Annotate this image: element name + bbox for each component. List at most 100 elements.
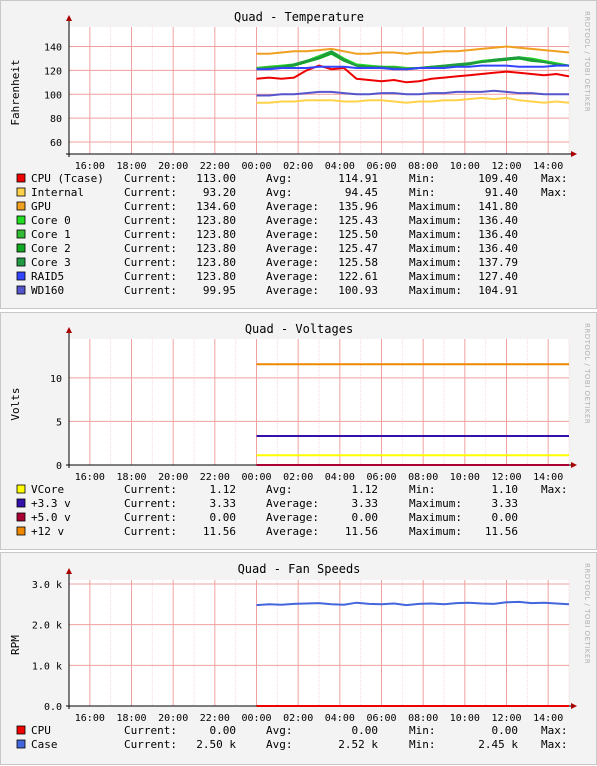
y-axis-arrow <box>66 327 72 333</box>
legend-label-wd160: WD160 <box>31 284 64 297</box>
x-tick-label: 02:00 <box>283 713 313 724</box>
x-tick-label: 16:00 <box>75 472 105 483</box>
legend-stat-value: 0.00 <box>352 511 379 524</box>
legend-stat-value: 123.80 <box>196 214 236 227</box>
legend-label-core-2: Core 2 <box>31 242 71 255</box>
legend-stat-value: 3.33 <box>492 497 519 510</box>
voltages-chart: Quad - VoltagesRRDTOOL / TOBI OETIKERVol… <box>1 313 597 551</box>
legend-label--3-3-v: +3.3 v <box>31 497 71 510</box>
chart-title: Quad - Voltages <box>245 322 353 336</box>
x-tick-label: 14:00 <box>533 161 563 172</box>
legend-stat-value: 125.43 <box>338 214 378 227</box>
legend-stat-label: Average: <box>266 270 319 283</box>
legend-swatch--5-0-v <box>17 513 25 521</box>
x-tick-label: 00:00 <box>241 713 271 724</box>
legend-swatch-vcore <box>17 485 25 493</box>
x-tick-label: 16:00 <box>75 161 105 172</box>
legend-stat-label: Maximum: <box>409 214 462 227</box>
legend-stat-value: 1.12 <box>210 483 237 496</box>
legend-stat-value: 3.33 <box>352 497 379 510</box>
x-tick-label: 20:00 <box>158 472 188 483</box>
legend-stat-value: 136.40 <box>478 242 518 255</box>
y-tick-label: 100 <box>44 90 62 101</box>
x-tick-label: 16:00 <box>75 713 105 724</box>
legend-label-internal: Internal <box>31 186 84 199</box>
y-tick-label: 1.0 k <box>32 661 62 672</box>
y-tick-label: 80 <box>50 114 62 125</box>
legend-stat-label: Average: <box>266 214 319 227</box>
legend-stat-label: Current: <box>124 724 177 737</box>
legend-stat-value: 114.91 <box>338 172 378 185</box>
legend-stat-value: 109.40 <box>478 172 518 185</box>
legend-stat-value: 135.96 <box>338 200 378 213</box>
x-axis-arrow <box>571 151 577 157</box>
legend-stat-label: Average: <box>266 511 319 524</box>
legend-stat-label: Maximum: <box>409 511 462 524</box>
legend-stat-value: 1.10 <box>492 483 519 496</box>
legend-stat-value: 0.00 <box>492 511 519 524</box>
legend-stat-label: Min: <box>409 724 436 737</box>
x-tick-label: 10:00 <box>450 713 480 724</box>
legend-stat-value: 113.00 <box>196 172 236 185</box>
legend-stat-label: Avg: <box>266 186 293 199</box>
legend-label-gpu: GPU <box>31 200 51 213</box>
legend-swatch-core-1 <box>17 230 25 238</box>
legend-stat-label: Current: <box>124 186 177 199</box>
legend-stat-label: Average: <box>266 242 319 255</box>
legend-stat-label: Average: <box>266 284 319 297</box>
legend-swatch-cpu-tcase- <box>17 174 25 182</box>
chart-title: Quad - Fan Speeds <box>238 562 361 576</box>
legend-swatch-wd160 <box>17 286 25 294</box>
x-tick-label: 08:00 <box>408 472 438 483</box>
legend-stat-label: Maximum: <box>409 228 462 241</box>
x-tick-label: 12:00 <box>491 161 521 172</box>
legend-swatch-gpu <box>17 202 25 210</box>
y-tick-label: 5 <box>56 417 62 428</box>
x-tick-label: 10:00 <box>450 161 480 172</box>
x-tick-label: 06:00 <box>366 161 396 172</box>
legend-stat-label: Maximum: <box>409 497 462 510</box>
legend-stat-value: 0.00 <box>210 724 237 737</box>
legend-stat-label: Current: <box>124 214 177 227</box>
legend-stat-value: 2.45 k <box>478 738 518 751</box>
y-axis-label: RPM <box>9 635 22 655</box>
legend-label--5-0-v: +5.0 v <box>31 511 71 524</box>
x-tick-label: 18:00 <box>116 161 146 172</box>
legend-stat-label: Current: <box>124 242 177 255</box>
legend-stat-value: 141.80 <box>478 200 518 213</box>
legend-swatch-raid5 <box>17 272 25 280</box>
legend-stat-value: 123.80 <box>196 256 236 269</box>
legend-stat-value: 99.95 <box>203 284 236 297</box>
x-tick-label: 02:00 <box>283 472 313 483</box>
x-tick-label: 18:00 <box>116 472 146 483</box>
legend-stat-label: Maximum: <box>409 200 462 213</box>
x-tick-label: 04:00 <box>325 161 355 172</box>
legend-stat-label: Maximum: <box>409 242 462 255</box>
legend-stat-label: Current: <box>124 483 177 496</box>
x-tick-label: 04:00 <box>325 713 355 724</box>
legend-label-cpu-tcase-: CPU (Tcase) <box>31 172 104 185</box>
legend-stat-value: 134.60 <box>196 200 236 213</box>
y-tick-label: 3.0 k <box>32 580 62 591</box>
legend-stat-label: Current: <box>124 256 177 269</box>
x-tick-label: 04:00 <box>325 472 355 483</box>
x-axis-arrow <box>571 462 577 468</box>
x-tick-label: 22:00 <box>200 713 230 724</box>
legend-stat-label: Maximum: <box>409 525 462 538</box>
x-tick-label: 08:00 <box>408 713 438 724</box>
legend-label-case: Case <box>31 738 58 751</box>
legend-label--12-v: +12 v <box>31 525 64 538</box>
legend-stat-label: Current: <box>124 738 177 751</box>
legend-stat-label: Current: <box>124 284 177 297</box>
temperature-panel: Quad - TemperatureRRDTOOL / TOBI OETIKER… <box>0 0 597 309</box>
voltages-panel: Quad - VoltagesRRDTOOL / TOBI OETIKERVol… <box>0 312 597 550</box>
legend-swatch-core-2 <box>17 244 25 252</box>
rrdtool-credit: RRDTOOL / TOBI OETIKER <box>583 563 591 664</box>
legend-stat-label: Current: <box>124 511 177 524</box>
legend-label-vcore: VCore <box>31 483 64 496</box>
legend-swatch-case <box>17 740 25 748</box>
legend-stat-label: Current: <box>124 525 177 538</box>
legend-stat-label: Avg: <box>266 483 293 496</box>
legend-stat-label: Maximum: <box>409 270 462 283</box>
legend-stat-value: 136.40 <box>478 214 518 227</box>
